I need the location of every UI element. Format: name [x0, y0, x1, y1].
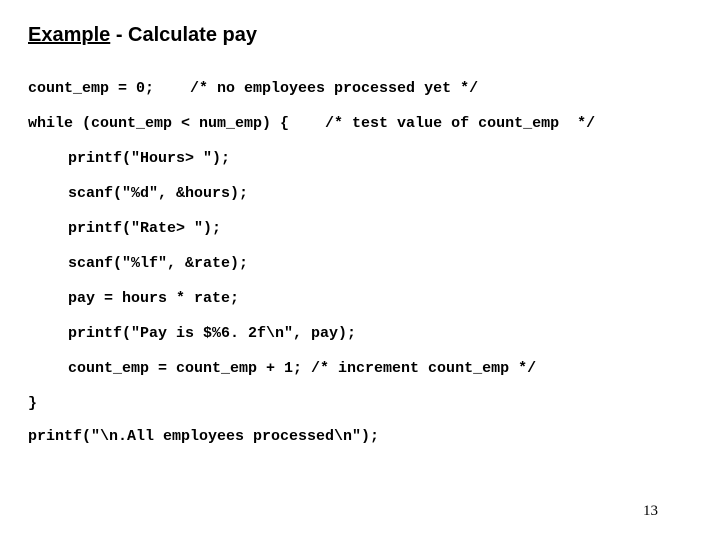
code-line: printf("Rate> ");: [28, 221, 692, 236]
code-line: count_emp = 0; /* no employees processed…: [28, 81, 692, 96]
slide-title: Example - Calculate pay: [28, 24, 692, 47]
code-line: pay = hours * rate;: [28, 291, 692, 306]
code-block: count_emp = 0; /* no employees processed…: [28, 81, 692, 444]
page-number: 13: [643, 503, 658, 520]
code-line: printf("Hours> ");: [28, 151, 692, 166]
title-rest: - Calculate pay: [110, 24, 257, 46]
code-line: printf("\n.All employees processed\n");: [28, 429, 692, 444]
code-line: scanf("%lf", &rate);: [28, 256, 692, 271]
slide-page: Example - Calculate pay count_emp = 0; /…: [0, 0, 720, 540]
code-line: }: [28, 396, 692, 411]
code-line: printf("Pay is $%6. 2f\n", pay);: [28, 326, 692, 341]
code-line: count_emp = count_emp + 1; /* increment …: [28, 361, 692, 376]
code-line: scanf("%d", &hours);: [28, 186, 692, 201]
title-underlined: Example: [28, 24, 110, 46]
code-line: while (count_emp < num_emp) { /* test va…: [28, 116, 692, 131]
